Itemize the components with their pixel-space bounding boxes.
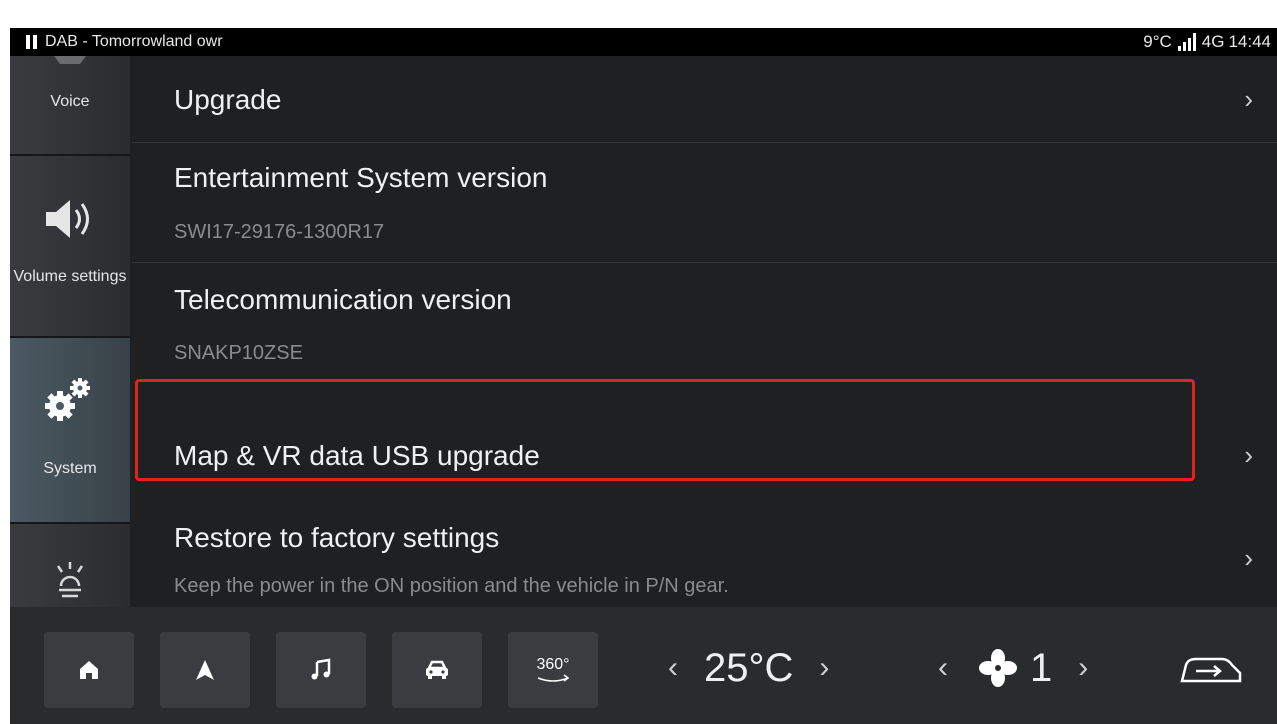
temperature-value: 25°C xyxy=(704,645,794,690)
fan-decrease-button[interactable]: ‹ xyxy=(938,651,948,685)
chevron-right-icon: › xyxy=(1244,84,1253,114)
chevron-right-icon: › xyxy=(1244,543,1253,573)
gears-icon xyxy=(45,378,90,421)
row-subtitle: SWI17-29176-1300R17 xyxy=(174,221,385,243)
fan-speed-value: 1 xyxy=(1030,645,1053,690)
settings-sidebar: Voice Volume settings System xyxy=(10,56,130,607)
car-icon xyxy=(426,660,448,679)
outside-temperature: 9°C xyxy=(1143,32,1172,51)
navigation-button[interactable] xyxy=(160,632,250,708)
light-bulb-icon xyxy=(56,562,84,598)
fan-increase-button[interactable]: › xyxy=(1078,651,1088,685)
fan-control: ‹ 1 › xyxy=(938,637,1088,699)
sidebar-item-label: Volume settings xyxy=(13,268,127,285)
camera-360-label: 360° xyxy=(536,656,570,673)
car-infotainment-screen: DAB - Tomorrowland owr 9°C 4G 14:44 Voic… xyxy=(10,28,1277,724)
row-title: Restore to factory settings xyxy=(174,522,500,553)
row-title: Telecommunication version xyxy=(174,284,512,315)
row-title: Entertainment System version xyxy=(174,162,548,193)
list-item-telecom-version: Telecommunication version SNAKP10ZSE xyxy=(132,262,1277,382)
media-status[interactable]: DAB - Tomorrowland owr xyxy=(26,28,223,56)
row-title: Map & VR data USB upgrade xyxy=(174,440,540,471)
fan-icon xyxy=(979,649,1017,687)
signal-strength-icon xyxy=(1177,33,1196,51)
pause-icon[interactable] xyxy=(26,35,37,49)
music-note-icon xyxy=(311,658,331,680)
camera-360-icon xyxy=(537,674,570,682)
bottom-dock: 360° ‹ 25°C › ‹ 1 › xyxy=(10,607,1277,724)
clock: 14:44 xyxy=(1228,32,1271,51)
voice-icon xyxy=(54,56,86,64)
network-type: 4G xyxy=(1201,32,1225,51)
air-recirculation-icon xyxy=(1180,657,1242,683)
temperature-increase-button[interactable]: › xyxy=(819,651,829,685)
sidebar-item-lighting[interactable] xyxy=(10,524,130,607)
car-button[interactable] xyxy=(392,632,482,708)
recirculation-button[interactable] xyxy=(1178,653,1244,692)
music-button[interactable] xyxy=(276,632,366,708)
speaker-icon xyxy=(46,200,89,238)
row-subtitle: SNAKP10ZSE xyxy=(174,342,303,364)
temperature-decrease-button[interactable]: ‹ xyxy=(668,651,678,685)
sidebar-item-volume-settings[interactable]: Volume settings xyxy=(10,156,130,336)
status-indicators: 9°C 4G 14:44 xyxy=(1143,28,1271,56)
row-title: Upgrade xyxy=(174,84,282,115)
list-item-entertainment-version: Entertainment System version SWI17-29176… xyxy=(132,142,1277,263)
list-item-map-vr-usb-upgrade[interactable]: Map & VR data USB upgrade › xyxy=(132,382,1277,512)
sidebar-item-label: Voice xyxy=(50,93,90,110)
home-icon xyxy=(80,661,98,679)
temperature-control: ‹ 25°C › xyxy=(668,637,829,699)
sidebar-item-voice[interactable]: Voice xyxy=(10,56,130,154)
list-item-upgrade[interactable]: Upgrade › xyxy=(132,56,1277,143)
media-source-label: DAB - Tomorrowland owr xyxy=(45,33,223,50)
row-subtitle: Keep the power in the ON position and th… xyxy=(174,575,729,597)
camera-360-button[interactable]: 360° xyxy=(508,632,598,708)
home-button[interactable] xyxy=(44,632,134,708)
system-settings-list: Upgrade › Entertainment System version S… xyxy=(132,56,1277,607)
navigation-arrow-icon xyxy=(196,660,214,680)
sidebar-item-system[interactable]: System xyxy=(10,338,130,522)
chevron-right-icon: › xyxy=(1244,440,1253,470)
list-item-restore-factory[interactable]: Restore to factory settings Keep the pow… xyxy=(132,512,1277,607)
status-bar: DAB - Tomorrowland owr 9°C 4G 14:44 xyxy=(10,28,1277,56)
sidebar-item-label: System xyxy=(43,460,97,477)
